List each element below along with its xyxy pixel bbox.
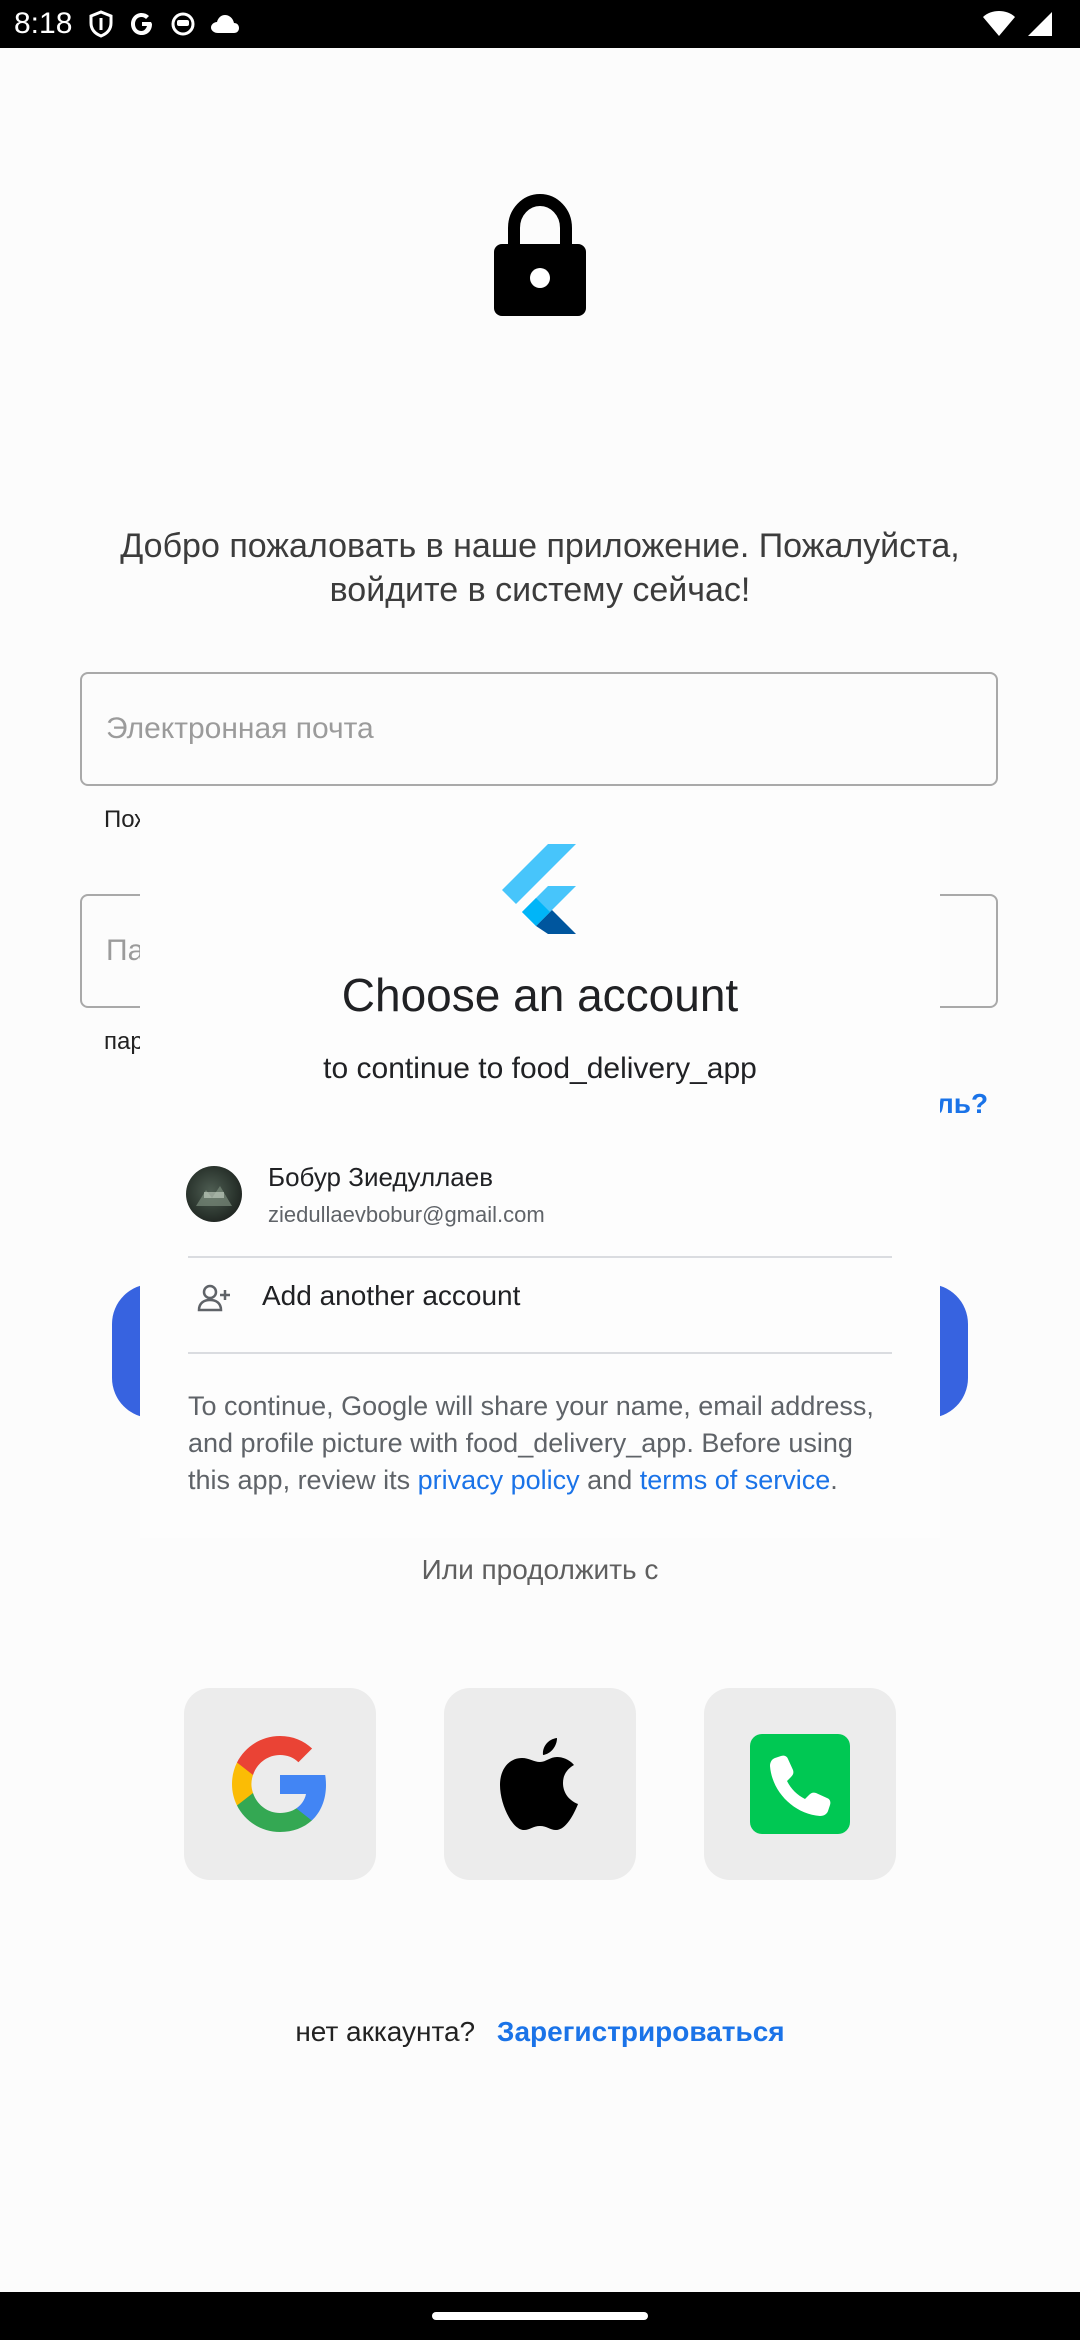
shield-icon <box>89 10 113 38</box>
dialog-subtitle: to continue to food_delivery_app <box>323 1052 757 1085</box>
flutter-logo-icon <box>502 844 576 934</box>
consent-text: To continue, Google will share your name… <box>188 1388 898 1499</box>
welcome-text: Добро пожаловать в наше приложение. Пожа… <box>60 524 1020 612</box>
forgot-password-link[interactable]: ль? <box>936 1088 988 1120</box>
home-gesture-handle[interactable] <box>432 2312 648 2320</box>
status-bar: 8:18 <box>0 0 1080 48</box>
no-account-text: нет аккаунта? <box>295 2016 476 2047</box>
google-icon <box>232 1736 326 1832</box>
status-icons-right <box>982 10 1054 38</box>
dialog-title: Choose an account <box>341 969 739 1021</box>
add-person-icon <box>197 1284 230 1312</box>
apple-icon <box>500 1738 578 1830</box>
consent-period: . <box>830 1465 838 1495</box>
avatar <box>186 1166 242 1222</box>
or-continue-with-text: Или продолжить с <box>421 1554 659 1585</box>
wifi-icon <box>983 11 1015 36</box>
password-placeholder: Па <box>106 934 145 967</box>
email-field[interactable]: Электронная почта <box>80 672 998 786</box>
phone-sign-in-button[interactable] <box>704 1688 896 1880</box>
account-item[interactable]: Бобур Зиедуллаев ziedullaevbobur@gmail.c… <box>186 1162 896 1234</box>
status-time: 8:18 <box>14 7 73 40</box>
register-link[interactable]: Зарегистрироваться <box>497 2016 785 2047</box>
status-icons-left <box>88 10 240 38</box>
cloud-icon <box>211 15 239 33</box>
account-name: Бобур Зиедуллаев <box>268 1162 494 1192</box>
divider <box>188 1352 892 1354</box>
divider <box>188 1256 892 1258</box>
lock-icon <box>494 193 586 316</box>
signup-row: нет аккаунта? Зарегистрироваться <box>0 2016 1080 2048</box>
signal-icon <box>1028 12 1052 36</box>
notification-face-icon <box>171 12 195 36</box>
google-g-icon <box>131 13 152 35</box>
privacy-policy-link[interactable]: privacy policy <box>418 1465 580 1495</box>
email-placeholder: Электронная почта <box>106 712 374 745</box>
google-sign-in-button[interactable] <box>184 1688 376 1880</box>
choose-account-dialog: Choose an account to continue to food_de… <box>140 790 940 1538</box>
add-account-label: Add another account <box>262 1280 521 1311</box>
password-helper-text: пар <box>104 1028 144 1055</box>
navigation-bar <box>0 2292 1080 2340</box>
consent-and: and <box>579 1465 640 1495</box>
terms-of-service-link[interactable]: terms of service <box>640 1465 831 1495</box>
add-another-account-button[interactable]: Add another account <box>188 1260 892 1340</box>
phone-icon <box>750 1734 850 1834</box>
welcome-line-1: Добро пожаловать в наше приложение. Пожа… <box>120 527 960 565</box>
welcome-line-2: войдите в систему сейчас! <box>329 571 751 609</box>
apple-sign-in-button[interactable] <box>444 1688 636 1880</box>
account-email: ziedullaevbobur@gmail.com <box>268 1202 545 1227</box>
